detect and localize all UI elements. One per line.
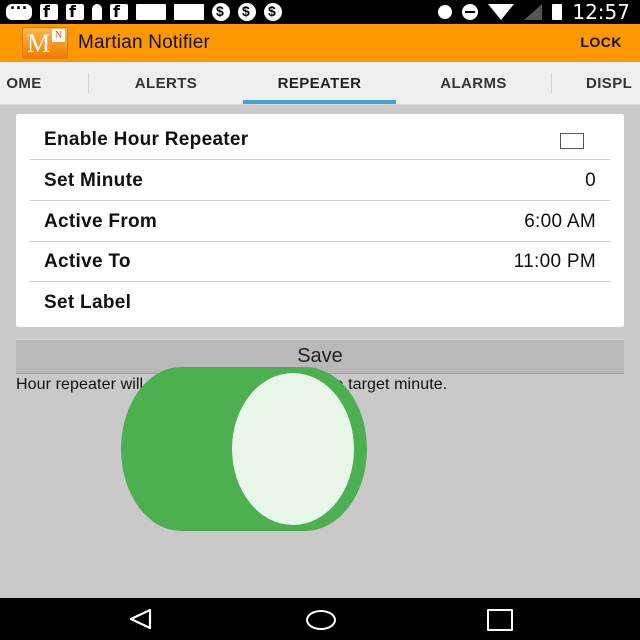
- tab-bar: OME ALERTS REPEATER ALARMS DISPL: [0, 62, 640, 105]
- image-icon: [136, 4, 166, 20]
- enable-hour-repeater-row[interactable]: Enable Hour Repeater: [16, 120, 624, 160]
- logo-letter: M: [27, 29, 51, 58]
- navigation-bar: [0, 598, 640, 640]
- selected-tab-indicator: [243, 100, 396, 104]
- person-icon: [92, 4, 102, 20]
- active-from-label: Active From: [44, 211, 158, 232]
- tab-divider: [551, 73, 552, 93]
- cylinder-overlay: [121, 367, 367, 531]
- wifi-icon: [488, 4, 515, 20]
- set-minute-label: Set Minute: [44, 170, 144, 191]
- row-divider: [30, 281, 610, 282]
- facebook-icon: [66, 2, 84, 21]
- repeater-settings-card: Enable Hour Repeater Set Minute 0 Active…: [16, 114, 624, 327]
- cylinder-shape: [121, 367, 367, 531]
- app-title: Martian Notifier: [78, 32, 211, 53]
- logo-badge: N: [52, 29, 65, 42]
- enable-hour-repeater-label: Enable Hour Repeater: [44, 129, 249, 150]
- set-minute-value: 0: [585, 170, 596, 191]
- cylinder-face: [232, 373, 354, 525]
- location-icon: [438, 5, 453, 19]
- signal-icon: [524, 4, 543, 20]
- battery-icon: [552, 4, 563, 20]
- tab-alerts[interactable]: ALERTS: [89, 62, 243, 104]
- lock-button[interactable]: LOCK: [580, 34, 622, 50]
- tab-display[interactable]: DISPL: [586, 62, 640, 104]
- chat-icon: [6, 0, 32, 20]
- status-bar: 12:57: [0, 0, 640, 24]
- active-to-label: Active To: [44, 251, 131, 272]
- tab-alarms[interactable]: ALARMS: [396, 62, 551, 104]
- facebook-icon: [110, 2, 128, 21]
- tab-home[interactable]: OME: [0, 62, 58, 104]
- dollar-icon: [238, 3, 256, 21]
- row-divider: [30, 159, 610, 160]
- app-bar: M N Martian Notifier LOCK: [0, 24, 640, 62]
- active-from-row[interactable]: Active From 6:00 AM: [16, 202, 624, 242]
- active-to-row[interactable]: Active To 11:00 PM: [16, 242, 624, 282]
- system-icons: 12:57: [438, 0, 630, 24]
- home-icon[interactable]: [306, 610, 336, 630]
- set-minute-row[interactable]: Set Minute 0: [16, 161, 624, 201]
- app-logo: M N: [22, 27, 68, 59]
- image-icon: [174, 4, 204, 20]
- recents-icon[interactable]: [487, 609, 513, 631]
- row-divider: [30, 200, 610, 201]
- do-not-disturb-icon: [462, 4, 479, 20]
- facebook-icon: [40, 2, 58, 21]
- set-label-label: Set Label: [44, 292, 132, 313]
- enable-hour-repeater-checkbox[interactable]: [560, 133, 584, 149]
- tab-repeater[interactable]: REPEATER: [243, 62, 396, 104]
- status-time: 12:57: [572, 0, 630, 24]
- set-label-row[interactable]: Set Label: [16, 283, 624, 323]
- back-icon[interactable]: [128, 608, 154, 630]
- dollar-icon: [264, 3, 282, 21]
- active-to-value: 11:00 PM: [513, 251, 596, 272]
- notification-icons: [0, 0, 282, 21]
- active-from-value: 6:00 AM: [524, 211, 596, 232]
- dollar-icon: [212, 3, 230, 21]
